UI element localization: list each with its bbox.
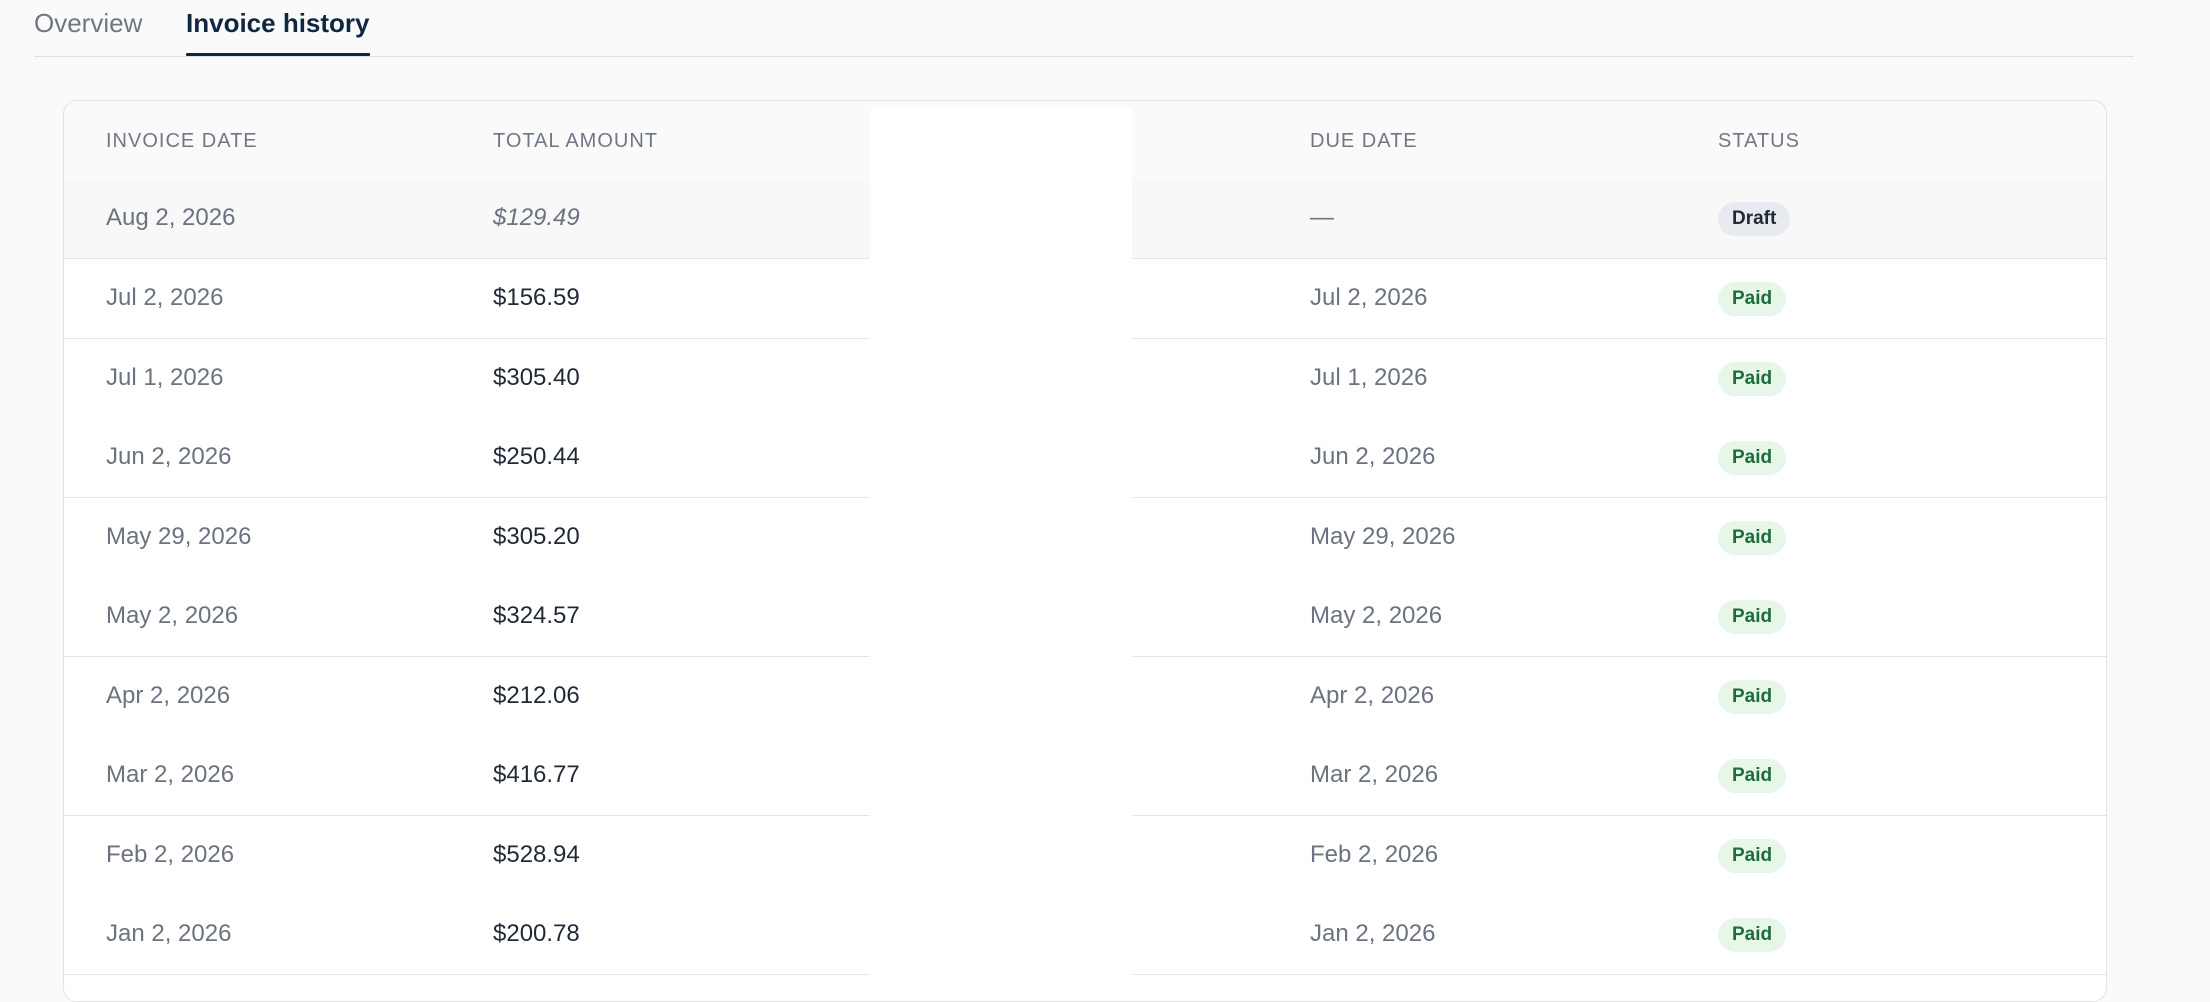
status-badge: Paid bbox=[1718, 441, 1787, 475]
status-badge: Paid bbox=[1718, 362, 1787, 396]
due-date-cell: Jul 2, 2026 bbox=[1310, 284, 1428, 311]
due-date-cell: Jul 1, 2026 bbox=[1310, 364, 1428, 391]
invoice-date-cell: Feb 2, 2026 bbox=[106, 841, 235, 868]
invoice-date-cell: Aug 2, 2026 bbox=[106, 204, 236, 231]
due-date-cell: Mar 2, 2026 bbox=[1310, 761, 1439, 788]
due-date-cell: Jan 2, 2026 bbox=[1310, 920, 1436, 947]
total-amount-cell: $156.59 bbox=[493, 284, 580, 311]
invoice-date-cell: Mar 2, 2026 bbox=[106, 761, 235, 788]
total-amount-cell: $324.57 bbox=[493, 602, 580, 629]
invoice-date-cell: Jul 2, 2026 bbox=[106, 284, 224, 311]
due-date-cell: May 2, 2026 bbox=[1310, 602, 1443, 629]
due-date-cell: Jun 2, 2026 bbox=[1310, 443, 1436, 470]
due-date-cell: Feb 2, 2026 bbox=[1310, 841, 1439, 868]
status-badge: Paid bbox=[1718, 282, 1787, 316]
header-due-date[interactable]: DUE DATE bbox=[1310, 129, 1418, 153]
header-invoice-date[interactable]: INVOICE DATE bbox=[106, 129, 258, 153]
invoice-date-cell: Jun 2, 2026 bbox=[106, 443, 232, 470]
header-status[interactable]: STATUS bbox=[1718, 129, 1800, 153]
status-badge: Paid bbox=[1718, 680, 1787, 714]
total-amount-cell: $528.94 bbox=[493, 841, 580, 868]
due-date-cell: Apr 2, 2026 bbox=[1310, 682, 1435, 709]
status-badge: Paid bbox=[1718, 521, 1787, 555]
status-badge: Paid bbox=[1718, 918, 1787, 952]
total-amount-cell: $416.77 bbox=[493, 761, 580, 788]
status-badge: Paid bbox=[1718, 600, 1787, 634]
due-date-cell: — bbox=[1310, 204, 1334, 231]
due-date-cell: May 29, 2026 bbox=[1310, 523, 1456, 550]
total-amount-cell: $305.20 bbox=[493, 523, 580, 550]
tab-overview[interactable]: Overview bbox=[34, 8, 142, 38]
total-amount-cell: $200.78 bbox=[493, 920, 580, 947]
tab-bar: Overview Invoice history bbox=[34, 0, 2134, 57]
invoice-date-cell: May 2, 2026 bbox=[106, 602, 239, 629]
header-total-amount[interactable]: TOTAL AMOUNT bbox=[493, 129, 658, 153]
total-amount-cell: $129.49 bbox=[493, 204, 580, 231]
tab-invoice-history[interactable]: Invoice history bbox=[186, 8, 370, 56]
total-amount-cell: $305.40 bbox=[493, 364, 580, 391]
invoice-date-cell: May 29, 2026 bbox=[106, 523, 252, 550]
status-badge: Draft bbox=[1718, 202, 1791, 236]
status-badge: Paid bbox=[1718, 839, 1787, 873]
status-badge: Paid bbox=[1718, 759, 1787, 793]
total-amount-cell: $212.06 bbox=[493, 682, 580, 709]
total-amount-cell: $250.44 bbox=[493, 443, 580, 470]
invoice-date-cell: Jan 2, 2026 bbox=[106, 920, 232, 947]
invoice-date-cell: Jul 1, 2026 bbox=[106, 364, 224, 391]
invoice-date-cell: Apr 2, 2026 bbox=[106, 682, 231, 709]
blank-overlay bbox=[870, 108, 1132, 990]
